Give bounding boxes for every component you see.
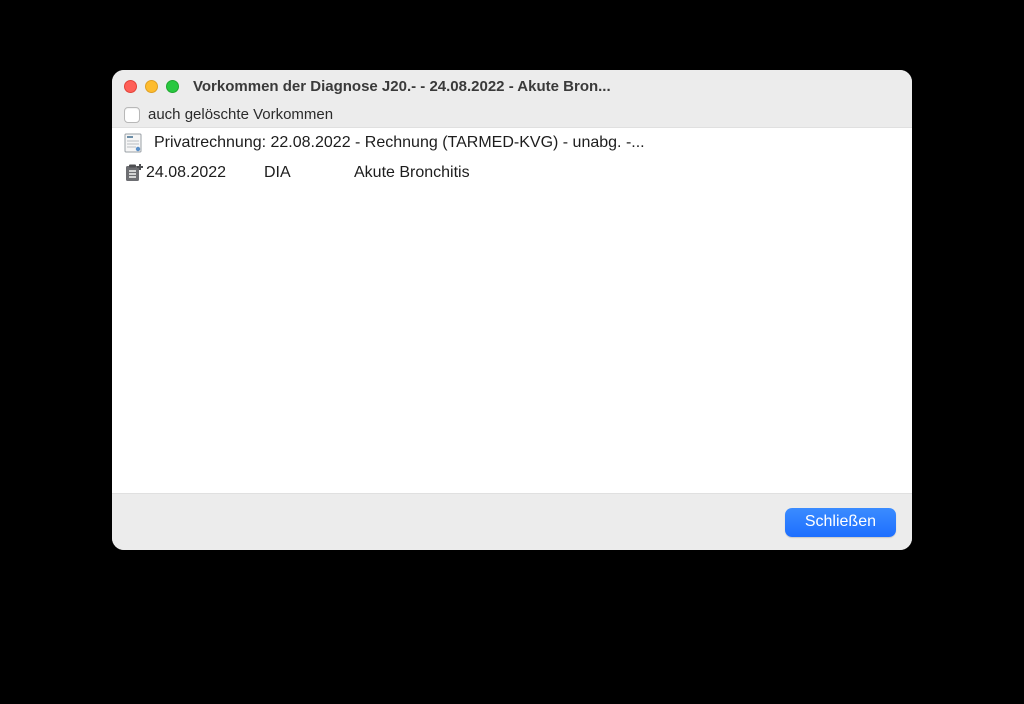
close-button[interactable]: Schließen — [785, 508, 896, 537]
list-item-type: DIA — [264, 164, 354, 182]
list-item-desc: Akute Bronchitis — [354, 164, 902, 182]
options-bar: auch gelöschte Vorkommen — [112, 102, 912, 127]
window-controls — [124, 80, 179, 93]
minimize-window-icon[interactable] — [145, 80, 158, 93]
zoom-window-icon[interactable] — [166, 80, 179, 93]
window-title: Vorkommen der Diagnose J20.- - 24.08.202… — [187, 78, 900, 95]
list-item-date: 24.08.2022 — [144, 164, 264, 182]
close-window-icon[interactable] — [124, 80, 137, 93]
show-deleted-checkbox[interactable] — [124, 107, 140, 123]
list-item[interactable]: Privatrechnung: 22.08.2022 - Rechnung (T… — [112, 128, 912, 158]
invoice-doc-icon — [122, 132, 144, 154]
list-item[interactable]: 24.08.2022 DIA Akute Bronchitis — [112, 158, 912, 188]
dialog-footer: Schließen — [112, 494, 912, 550]
diagnosis-clipboard-icon — [122, 162, 144, 184]
titlebar: Vorkommen der Diagnose J20.- - 24.08.202… — [112, 70, 912, 102]
show-deleted-label: auch gelöschte Vorkommen — [148, 106, 333, 123]
dialog-window: Vorkommen der Diagnose J20.- - 24.08.202… — [112, 70, 912, 550]
results-list: Privatrechnung: 22.08.2022 - Rechnung (T… — [112, 127, 912, 494]
list-item-text: Privatrechnung: 22.08.2022 - Rechnung (T… — [154, 134, 645, 152]
